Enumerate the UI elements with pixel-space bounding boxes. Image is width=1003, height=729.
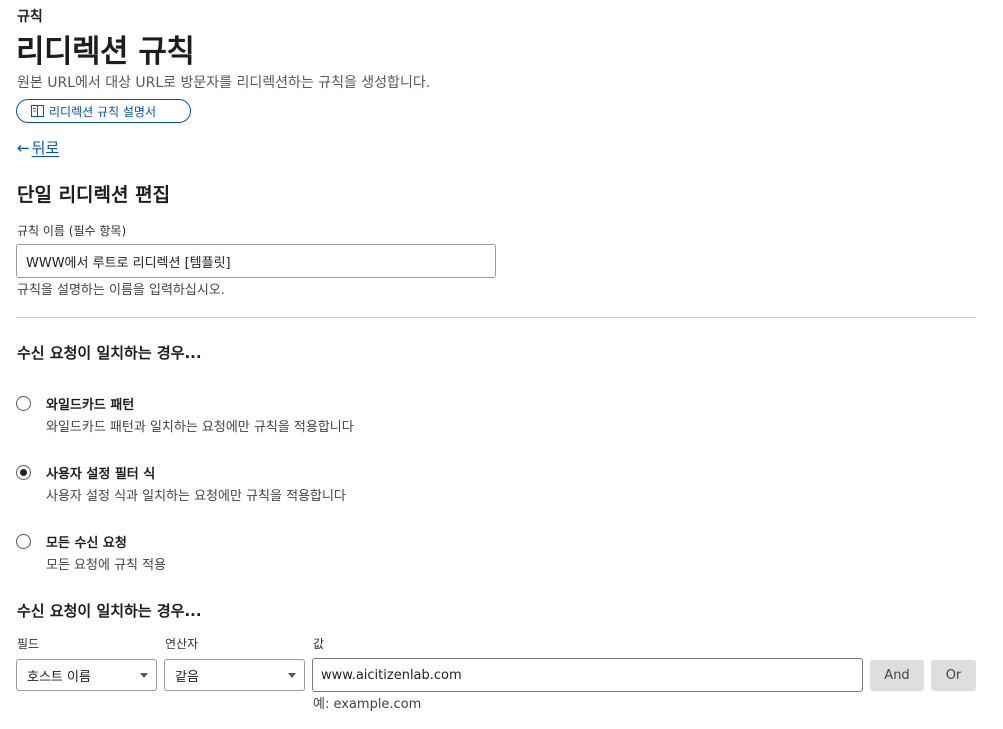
option-custom-filter-expression[interactable]: 사용자 설정 필터 식 사용자 설정 식과 일치하는 요청에만 규칙을 적용합니… — [16, 463, 346, 504]
chevron-down-icon — [288, 673, 296, 678]
option-description: 사용자 설정 식과 일치하는 요청에만 규칙을 적용합니다 — [46, 489, 346, 504]
option-description: 모든 요청에 규칙 적용 — [46, 558, 167, 573]
back-link-label: 뒤로 — [31, 139, 60, 157]
value-label: 값 — [313, 637, 325, 651]
operator-label: 연산자 — [165, 637, 199, 651]
book-icon — [31, 105, 44, 117]
radio-all-incoming-requests[interactable] — [16, 534, 31, 549]
option-title: 와일드카드 패턴 — [46, 398, 135, 413]
arrow-left-icon: ← — [17, 138, 30, 157]
redirect-rules-docs-link[interactable]: 리디렉션 규칙 설명서 — [16, 99, 191, 123]
chevron-down-icon — [140, 673, 148, 678]
radio-custom-filter-expression[interactable] — [16, 465, 31, 480]
value-input[interactable]: www.aicitizenlab.com — [312, 658, 863, 692]
field-select[interactable]: 호스트 이름 — [16, 659, 157, 691]
operator-select-value: 같음 — [175, 669, 199, 685]
radio-wildcard-pattern[interactable] — [16, 396, 31, 411]
operator-select[interactable]: 같음 — [164, 659, 305, 691]
or-button[interactable]: Or — [931, 660, 976, 691]
docs-link-label: 리디렉션 규칙 설명서 — [49, 104, 156, 119]
expression-heading: 수신 요청이 일치하는 경우... — [17, 602, 202, 620]
option-text: 와일드카드 패턴 와일드카드 패턴과 일치하는 요청에만 규칙을 적용합니다 — [46, 394, 354, 435]
page-description: 원본 URL에서 대상 URL로 방문자를 리디렉션하는 규칙을 생성합니다. — [17, 75, 431, 91]
option-description: 와일드카드 패턴과 일치하는 요청에만 규칙을 적용합니다 — [46, 420, 354, 435]
breadcrumb[interactable]: 규칙 — [17, 6, 43, 26]
page-title: 리디렉션 규칙 — [16, 34, 195, 70]
option-title: 사용자 설정 필터 식 — [46, 467, 156, 482]
and-button[interactable]: And — [870, 660, 924, 691]
option-text: 사용자 설정 필터 식 사용자 설정 식과 일치하는 요청에만 규칙을 적용합니… — [46, 463, 346, 504]
option-title: 모든 수신 요청 — [46, 536, 127, 551]
redirect-rule-page: 규칙 리디렉션 규칙 원본 URL에서 대상 URL로 방문자를 리디렉션하는 … — [0, 0, 1003, 729]
rule-name-label: 규칙 이름 (필수 항목) — [17, 224, 127, 238]
rule-name-input[interactable]: WWW에서 루트로 리디렉션 [템플릿] — [16, 244, 496, 278]
rule-name-help: 규칙을 설명하는 이름을 입력하십시오. — [17, 283, 225, 298]
field-label: 필드 — [17, 637, 40, 651]
option-text: 모든 수신 요청 모든 요청에 규칙 적용 — [46, 532, 166, 573]
divider — [16, 317, 976, 318]
option-wildcard-pattern[interactable]: 와일드카드 패턴 와일드카드 패턴과 일치하는 요청에만 규칙을 적용합니다 — [16, 394, 354, 435]
value-example: 예: example.com — [313, 697, 422, 712]
field-select-value: 호스트 이름 — [27, 669, 91, 685]
section-title: 단일 리디렉션 편집 — [17, 184, 171, 206]
option-all-incoming-requests[interactable]: 모든 수신 요청 모든 요청에 규칙 적용 — [16, 532, 166, 573]
match-heading: 수신 요청이 일치하는 경우... — [17, 344, 202, 362]
back-link[interactable]: ← 뒤로 — [17, 137, 59, 158]
